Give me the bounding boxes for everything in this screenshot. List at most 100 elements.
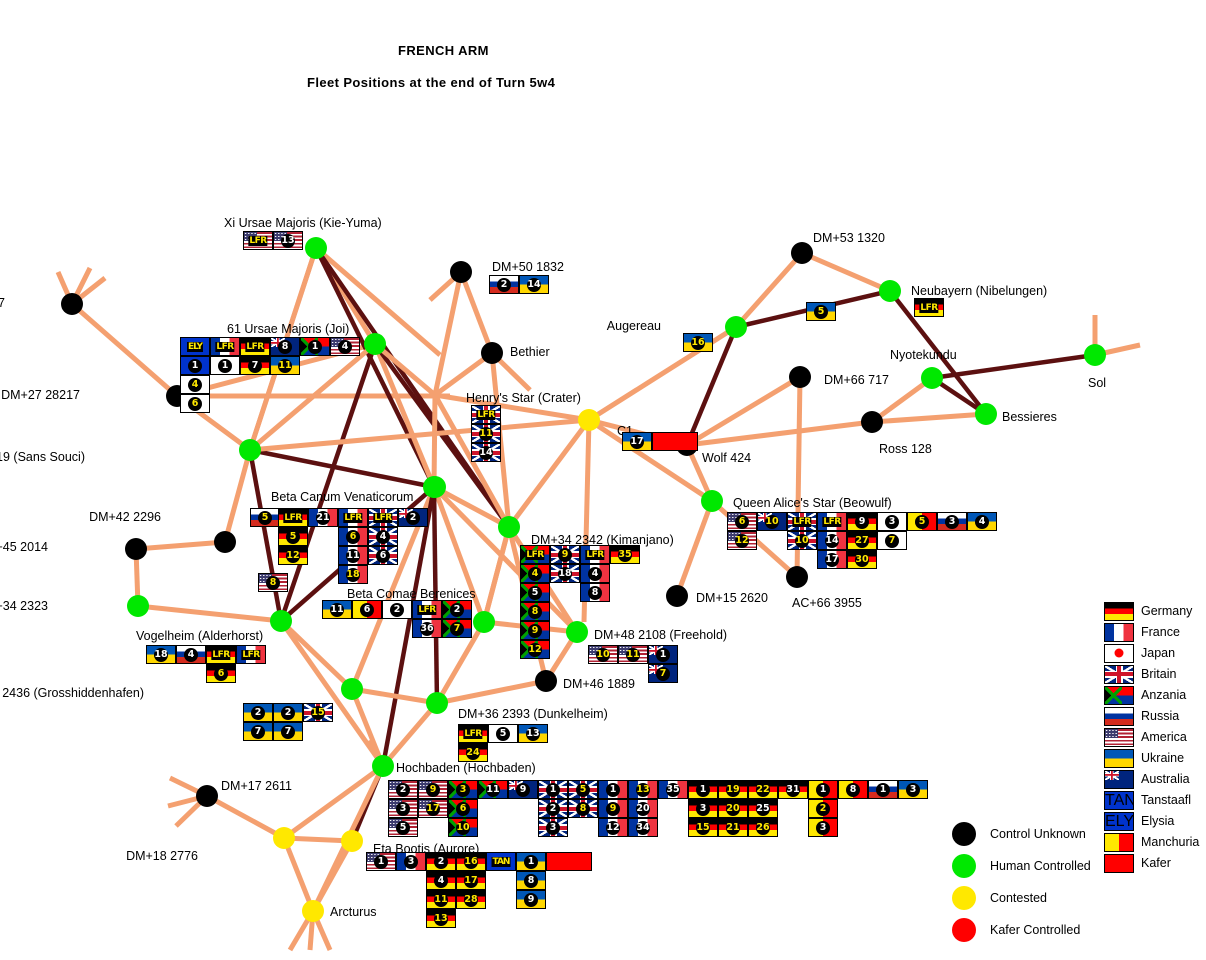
unit-counter-france[interactable]: 3 <box>396 852 426 871</box>
unit-counter-germany[interactable]: 20 <box>718 799 748 818</box>
unit-counter-germany[interactable]: 21 <box>718 818 748 837</box>
unit-counter-anzania[interactable]: 1 <box>300 337 330 356</box>
system-node-dm501832[interactable] <box>450 261 472 283</box>
system-node-dm342342[interactable] <box>498 516 520 538</box>
unit-counter-america[interactable]: LFR <box>243 231 273 250</box>
unit-counter-russia[interactable]: 5 <box>250 508 280 527</box>
unit-counter-germany[interactable]: 31 <box>778 780 808 799</box>
system-node-61ursae[interactable] <box>364 333 386 355</box>
unit-counter-anzania[interactable]: 6 <box>448 799 478 818</box>
unit-counter-britain[interactable]: 11 <box>471 424 501 443</box>
unit-counter-anzania[interactable]: 12 <box>520 640 550 659</box>
unit-counter-germany[interactable]: 3 <box>688 799 718 818</box>
unit-counter-germany[interactable]: LFR <box>240 337 270 356</box>
unit-counter-manchuria[interactable]: 3 <box>808 818 838 837</box>
unit-counter-america[interactable]: 8 <box>258 573 288 592</box>
system-node-xiursae[interactable] <box>305 237 327 259</box>
unit-counter-france[interactable]: 6 <box>338 527 368 546</box>
system-node-dm342323[interactable] <box>127 595 149 617</box>
unit-counter-anzania[interactable]: 10 <box>448 818 478 837</box>
unit-counter-russia[interactable]: 3 <box>937 512 967 531</box>
unit-counter-america[interactable]: 4 <box>330 337 360 356</box>
unit-counter-america[interactable]: 13 <box>273 231 303 250</box>
unit-counter-germany[interactable]: 35 <box>610 545 640 564</box>
unit-counter-ukraine[interactable]: 1 <box>516 852 546 871</box>
unit-counter-germany[interactable]: 16 <box>456 852 486 871</box>
unit-counter-france[interactable]: 13 <box>628 780 658 799</box>
system-node-dm152620[interactable] <box>666 585 688 607</box>
unit-counter-australia[interactable]: 9 <box>508 780 538 799</box>
unit-counter-japan[interactable]: 6 <box>180 394 210 413</box>
system-node-bessieres[interactable] <box>975 403 997 425</box>
unit-counter-america[interactable]: 12 <box>727 531 757 550</box>
unit-counter-japan[interactable]: 4 <box>180 375 210 394</box>
unit-counter-ukraine[interactable]: 17 <box>622 432 652 451</box>
unit-counter-ukraine[interactable]: 2 <box>243 703 273 722</box>
system-node-augereau[interactable] <box>725 316 747 338</box>
unit-counter-america[interactable]: 11 <box>618 645 648 664</box>
unit-counter-ukraine[interactable]: 16 <box>683 333 713 352</box>
unit-counter-russia[interactable]: 1 <box>868 780 898 799</box>
system-node-dm362219[interactable] <box>239 439 261 461</box>
unit-counter-america[interactable]: 9 <box>418 780 448 799</box>
unit-counter-anzania[interactable]: 9 <box>520 621 550 640</box>
unit-counter-germany[interactable]: 15 <box>688 818 718 837</box>
unit-counter-ukraine[interactable]: 11 <box>270 356 300 375</box>
unit-counter-britain[interactable]: 6 <box>368 546 398 565</box>
unit-counter-manchuria[interactable]: 2 <box>808 799 838 818</box>
unit-counter-france[interactable]: 14 <box>817 531 847 550</box>
system-node-hochbaden[interactable] <box>372 755 394 777</box>
unit-counter-lfr[interactable]: LFR <box>580 545 610 564</box>
unit-counter-ukraine[interactable]: 14 <box>519 275 549 294</box>
unit-counter-germany[interactable]: 24 <box>458 743 488 762</box>
unit-counter-ukraine[interactable]: 13 <box>518 724 548 743</box>
unit-counter-germany[interactable]: 9 <box>847 512 877 531</box>
unit-counter-germany[interactable]: LFR <box>458 724 488 743</box>
unit-counter-france[interactable]: 12 <box>598 818 628 837</box>
unit-counter-germany[interactable]: 11 <box>426 890 456 909</box>
system-node-ross627[interactable] <box>61 293 83 315</box>
unit-counter-britain[interactable]: 4 <box>368 527 398 546</box>
unit-counter-britain[interactable]: 18 <box>550 564 580 583</box>
unit-counter-france[interactable]: 11 <box>338 546 368 565</box>
system-node-dm362393[interactable] <box>426 692 448 714</box>
unit-counter-germany[interactable]: 27 <box>847 531 877 550</box>
unit-counter-america[interactable]: 10 <box>588 645 618 664</box>
unit-counter-america[interactable]: 17 <box>418 799 448 818</box>
unit-counter-britain[interactable]: LFR <box>368 508 398 527</box>
system-node-nyotekundu[interactable] <box>921 367 943 389</box>
unit-counter-manchuria[interactable]: 1 <box>808 780 838 799</box>
unit-counter-britain[interactable]: 5 <box>568 780 598 799</box>
system-node-dm531320[interactable] <box>791 242 813 264</box>
system-node-vogelheim[interactable] <box>270 610 292 632</box>
unit-counter-germany[interactable]: 12 <box>278 546 308 565</box>
unit-counter-australia[interactable]: 1 <box>648 645 678 664</box>
unit-counter-france[interactable]: 34 <box>628 818 658 837</box>
unit-counter-germany[interactable]: LFR <box>206 645 236 664</box>
unit-counter-germany[interactable]: 25 <box>748 799 778 818</box>
unit-counter-france[interactable]: 35 <box>658 780 688 799</box>
system-node-arcturus[interactable] <box>302 900 324 922</box>
unit-counter-britain[interactable]: 3 <box>538 818 568 837</box>
unit-counter-japan[interactable]: 5 <box>488 724 518 743</box>
unit-counter-tanstaafl[interactable]: TAN <box>486 852 516 871</box>
unit-counter-germany[interactable]: 19 <box>718 780 748 799</box>
unit-counter-germany[interactable]: 30 <box>847 550 877 569</box>
unit-counter-germany[interactable]: 2 <box>426 852 456 871</box>
unit-counter-elysia[interactable]: 1 <box>180 356 210 375</box>
unit-counter-france[interactable]: 17 <box>817 550 847 569</box>
unit-counter-manchuria[interactable]: 8 <box>838 780 868 799</box>
unit-counter-ukraine[interactable]: 8 <box>516 871 546 890</box>
unit-counter-britain[interactable]: 10 <box>787 531 817 550</box>
unit-counter-germany[interactable]: 7 <box>240 356 270 375</box>
unit-counter-australia[interactable]: 7 <box>648 664 678 683</box>
unit-counter-britain[interactable]: LFR <box>471 405 501 424</box>
unit-counter-ukraine[interactable]: 5 <box>806 302 836 321</box>
unit-counter-manchuria[interactable]: 6 <box>352 600 382 619</box>
unit-counter-australia[interactable]: 8 <box>270 337 300 356</box>
unit-counter-america[interactable]: 1 <box>366 852 396 871</box>
system-node-dm172611[interactable] <box>196 785 218 807</box>
unit-counter-germany[interactable]: 4 <box>426 871 456 890</box>
system-node-sol[interactable] <box>1084 344 1106 366</box>
unit-counter-ukraine[interactable]: 7 <box>243 722 273 741</box>
